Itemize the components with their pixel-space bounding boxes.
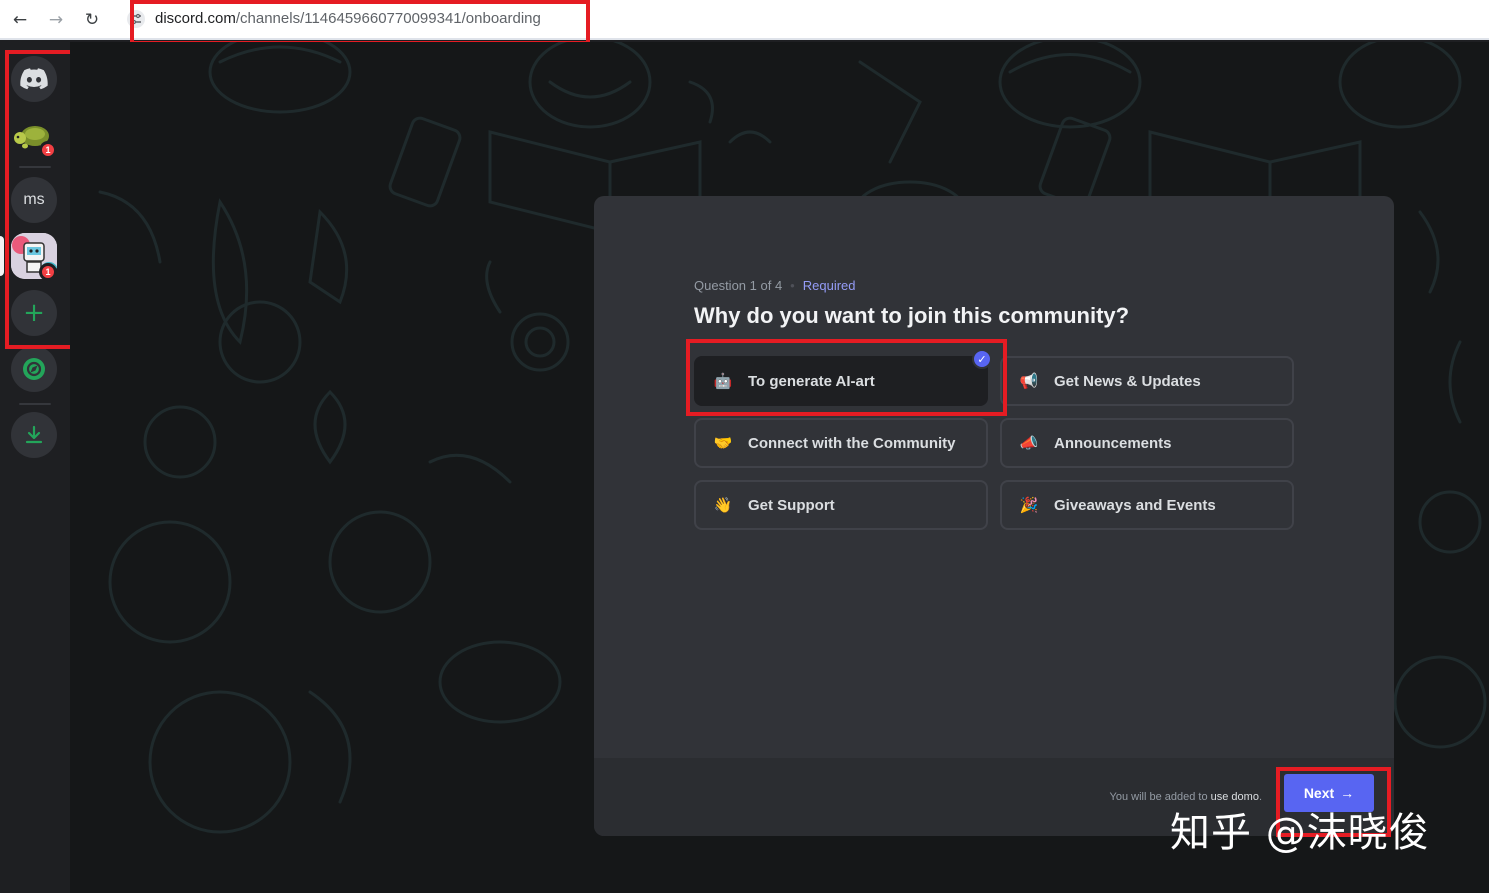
option-get-support[interactable]: 👋 Get Support xyxy=(694,480,988,530)
reload-icon[interactable]: ↻ xyxy=(80,8,104,32)
question-title: Why do you want to join this community? xyxy=(694,303,1130,328)
watermark: 知乎 @沫晓俊 xyxy=(1170,810,1430,856)
url-text[interactable]: discord.com/channels/1146459660770099341… xyxy=(155,10,541,27)
option-label: Announcements xyxy=(1054,434,1172,452)
announcement-emoji-icon: 📣 xyxy=(1019,434,1039,452)
option-label: To generate AI-art xyxy=(748,372,875,390)
wave-emoji-icon: 👋 xyxy=(713,496,733,514)
option-label: Connect with the Community xyxy=(748,434,956,452)
robot-emoji-icon: 🤖 xyxy=(713,372,733,390)
compass-icon xyxy=(23,358,45,380)
explore-servers-button[interactable] xyxy=(11,346,57,392)
site-settings-icon[interactable] xyxy=(127,10,145,28)
browser-toolbar: ← → ↻ discord.com/channels/1146459660770… xyxy=(0,0,1489,40)
question-meta: Question 1 of 4 • Required xyxy=(694,278,856,293)
option-label: Get Support xyxy=(748,496,835,514)
forward-arrow-icon[interactable]: → xyxy=(44,8,68,32)
rail-separator-bottom xyxy=(19,403,51,405)
download-apps-button[interactable] xyxy=(11,412,57,458)
megaphone-emoji-icon: 📢 xyxy=(1019,372,1039,390)
party-emoji-icon: 🎉 xyxy=(1019,496,1039,514)
robot-notification-badge: 1 xyxy=(39,263,57,281)
back-arrow-icon[interactable]: ← xyxy=(8,8,32,32)
option-connect-community[interactable]: 🤝 Connect with the Community xyxy=(694,418,988,468)
url-path: /channels/1146459660770099341/onboarding xyxy=(235,10,541,27)
turtle-notification-badge: 1 xyxy=(39,141,57,159)
discord-logo-icon xyxy=(20,68,48,90)
option-generate-ai-art[interactable]: 🤖 To generate AI-art ✓ xyxy=(694,349,992,406)
arrow-right-icon: → xyxy=(1340,785,1355,801)
handshake-emoji-icon: 🤝 xyxy=(713,434,733,452)
option-giveaways-events[interactable]: 🎉 Giveaways and Events xyxy=(1000,480,1294,530)
server-ms-label: ms xyxy=(23,191,45,208)
active-server-indicator xyxy=(0,236,4,276)
download-icon xyxy=(25,425,43,444)
plus-icon: + xyxy=(23,298,45,328)
home-button[interactable] xyxy=(11,56,57,102)
url-host: discord.com xyxy=(155,10,236,27)
checkmark-icon: ✓ xyxy=(972,349,992,369)
address-bar[interactable]: discord.com/channels/1146459660770099341… xyxy=(120,2,1489,36)
onboarding-card: Question 1 of 4 • Required Why do you wa… xyxy=(594,196,1394,836)
rail-separator xyxy=(19,166,51,168)
server-rail: 1 ms 1 + xyxy=(0,42,70,893)
option-label: Get News & Updates xyxy=(1054,372,1201,390)
add-server-button[interactable]: + xyxy=(11,290,57,336)
option-announcements[interactable]: 📣 Announcements xyxy=(1000,418,1294,468)
next-label: Next xyxy=(1303,785,1335,801)
meta-separator-dot: • xyxy=(790,278,795,293)
option-label: Giveaways and Events xyxy=(1054,496,1216,514)
question-counter: Question 1 of 4 xyxy=(694,278,783,293)
required-label: Required xyxy=(802,278,856,293)
option-news-updates[interactable]: 📢 Get News & Updates xyxy=(1000,356,1294,406)
server-ms[interactable]: ms xyxy=(11,177,57,223)
